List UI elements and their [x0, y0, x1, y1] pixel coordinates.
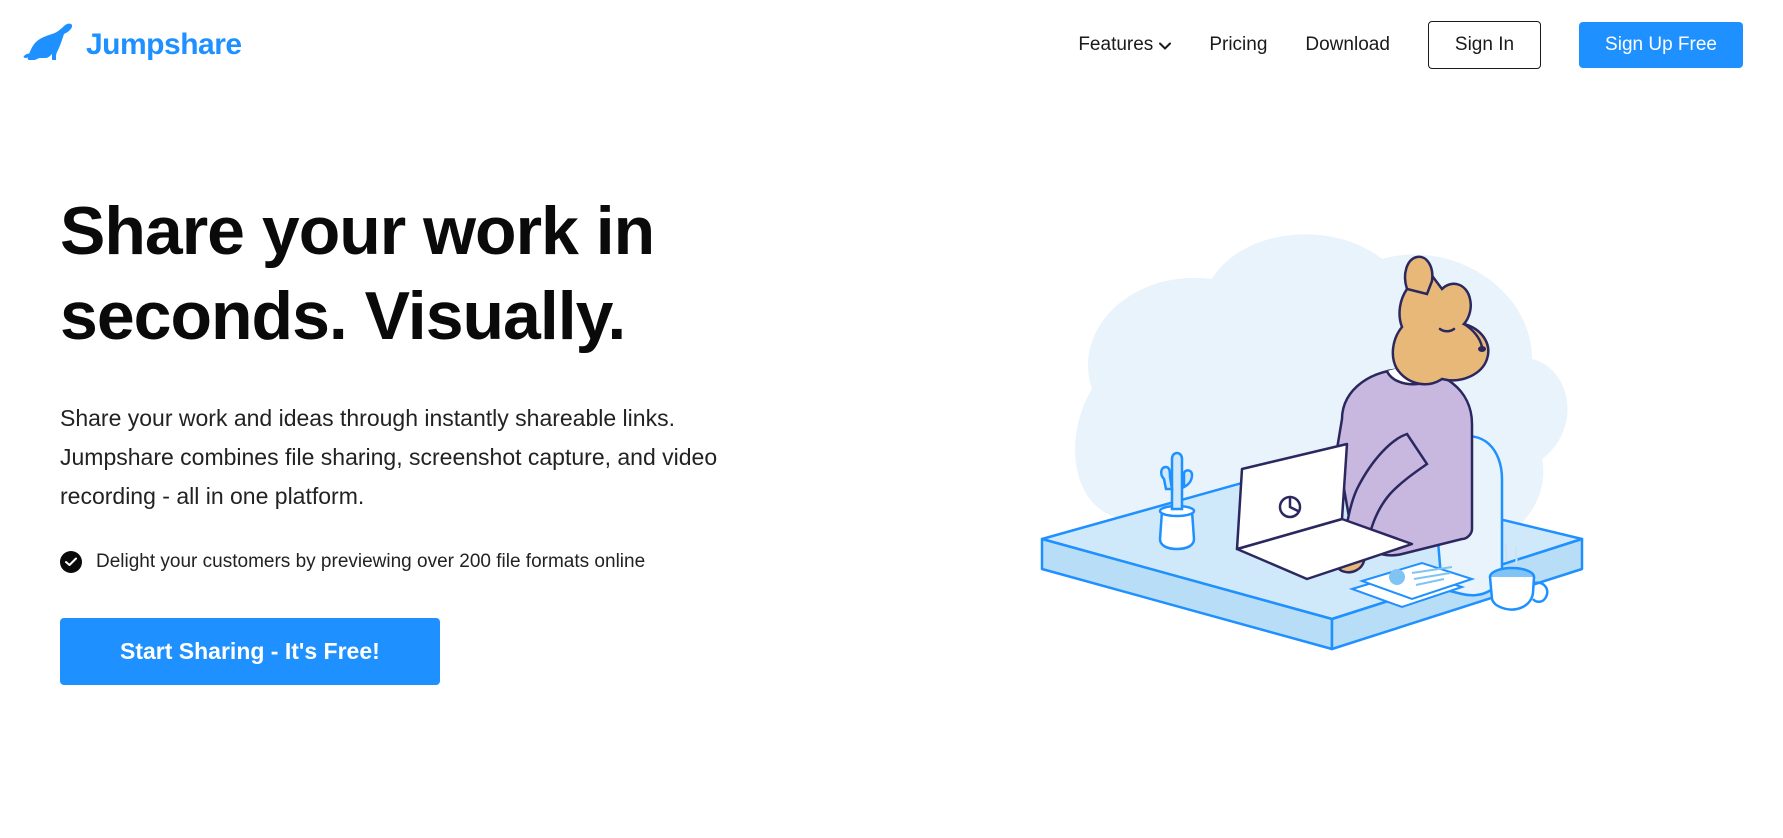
- start-sharing-button[interactable]: Start Sharing - It's Free!: [60, 618, 440, 685]
- sign-up-label: Sign Up Free: [1605, 34, 1717, 55]
- hero-subtitle: Share your work and ideas through instan…: [60, 399, 780, 516]
- nav-download[interactable]: Download: [1305, 34, 1390, 56]
- nav-features[interactable]: Features: [1078, 34, 1171, 56]
- hero-note-text: Delight your customers by previewing ove…: [96, 551, 645, 573]
- hero-illustration: [900, 189, 1723, 689]
- sign-up-button[interactable]: Sign Up Free: [1579, 22, 1743, 68]
- sign-in-button[interactable]: Sign In: [1428, 21, 1541, 69]
- nav-features-label: Features: [1078, 34, 1153, 56]
- site-header: Jumpshare Features Pricing Download Sign…: [0, 0, 1783, 89]
- logo-text: Jumpshare: [86, 28, 242, 62]
- hero-note: Delight your customers by previewing ove…: [60, 551, 860, 573]
- nav-download-label: Download: [1305, 34, 1390, 56]
- nav-pricing-label: Pricing: [1209, 34, 1267, 56]
- kangaroo-icon: [22, 20, 76, 69]
- main-nav: Features Pricing Download Sign In Sign U…: [1078, 21, 1743, 69]
- chevron-down-icon: [1159, 34, 1171, 56]
- hero-section: Share your work in seconds. Visually. Sh…: [0, 89, 1783, 689]
- hero-title: Share your work in seconds. Visually.: [60, 189, 860, 359]
- logo[interactable]: Jumpshare: [22, 20, 242, 69]
- cta-label: Start Sharing - It's Free!: [120, 638, 380, 664]
- sign-in-label: Sign In: [1455, 34, 1514, 55]
- kangaroo-desk-illustration: [1012, 189, 1612, 689]
- nav-pricing[interactable]: Pricing: [1209, 34, 1267, 56]
- check-circle-icon: [60, 551, 82, 573]
- hero-content: Share your work in seconds. Visually. Sh…: [60, 189, 860, 689]
